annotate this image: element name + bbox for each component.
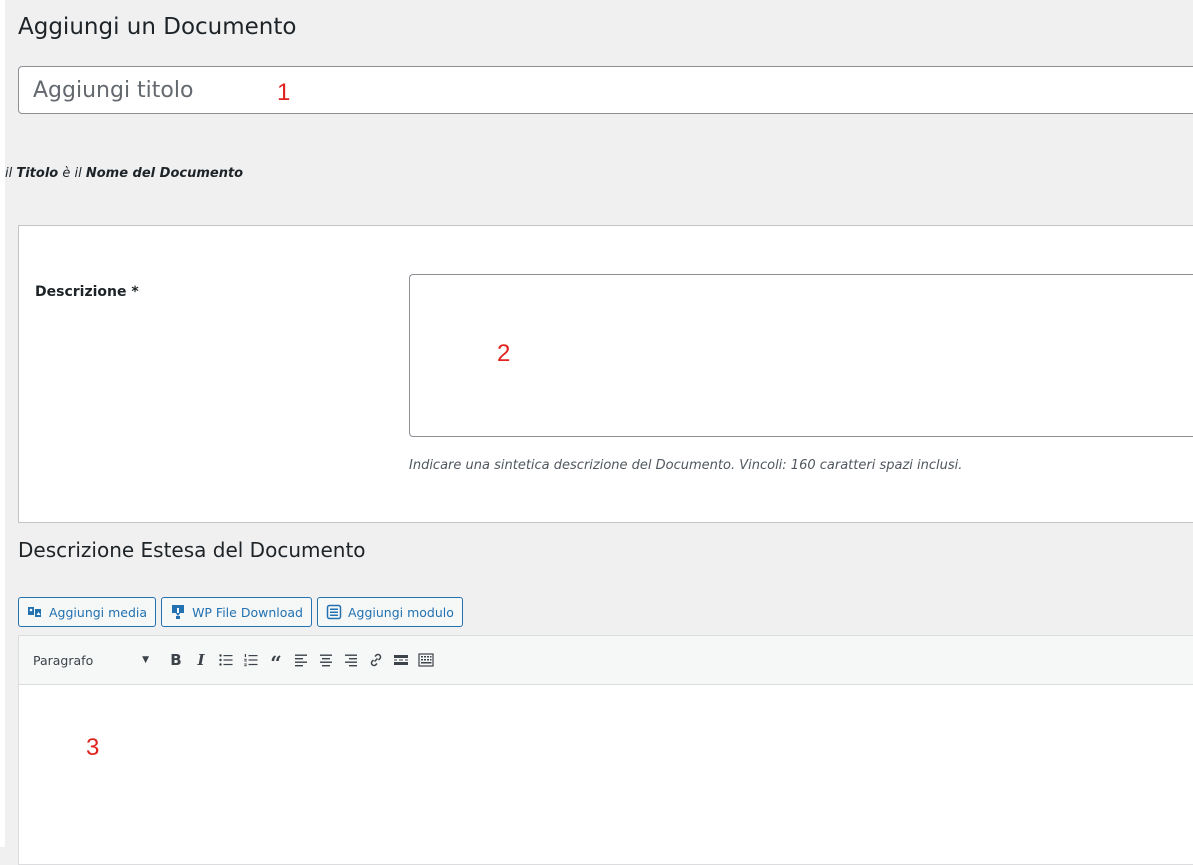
title-hint-bold-name: Nome del Documento [85,166,244,181]
download-icon [170,604,186,620]
marker-1: 1 [277,79,291,106]
form-icon [326,604,342,620]
marker-2: 2 [497,340,511,367]
add-media-button[interactable]: Aggiungi media [18,597,157,627]
numbered-list-icon[interactable] [240,646,262,674]
title-hint-bold-title: Titolo [16,166,59,181]
editor-content-area[interactable]: 3 [19,685,1193,864]
align-left-icon[interactable] [290,646,312,674]
wp-file-download-button[interactable]: WP File Download [161,597,312,627]
marker-3: 3 [86,734,100,761]
bullet-list-icon[interactable] [215,646,237,674]
description-label: Descrizione * [35,284,139,300]
chevron-down-icon: ▼ [142,655,149,665]
format-select[interactable]: Paragrafo ▼ [27,646,155,674]
description-help-text: Indicare una sintetica descrizione del D… [409,458,963,473]
align-center-icon[interactable] [315,646,337,674]
toolbar-toggle-icon[interactable] [415,646,437,674]
description-meta-box: Descrizione * 2 Indicare una sintetica d… [18,225,1193,523]
blockquote-icon[interactable]: “ [265,643,287,677]
extended-description-title: Descrizione Estesa del Documento [18,538,366,562]
bold-icon[interactable]: B [165,646,187,674]
media-icon [27,604,43,620]
read-more-icon[interactable] [390,646,412,674]
add-form-button[interactable]: Aggiungi modulo [316,597,463,627]
description-textarea[interactable] [409,274,1193,437]
align-right-icon[interactable] [340,646,362,674]
page-title: Aggiungi un Documento [18,14,297,40]
title-hint: il Titolo è il Nome del Documento [5,166,244,181]
editor-toolbar: Paragrafo ▼ B I “ [19,636,1193,685]
media-buttons: Aggiungi media WP File Download Aggiungi… [18,597,463,627]
classic-editor: Paragrafo ▼ B I “ 3 [18,635,1193,865]
title-input[interactable] [18,66,1193,114]
link-icon[interactable] [365,646,387,674]
italic-icon[interactable]: I [190,646,212,674]
left-edge [0,0,5,847]
